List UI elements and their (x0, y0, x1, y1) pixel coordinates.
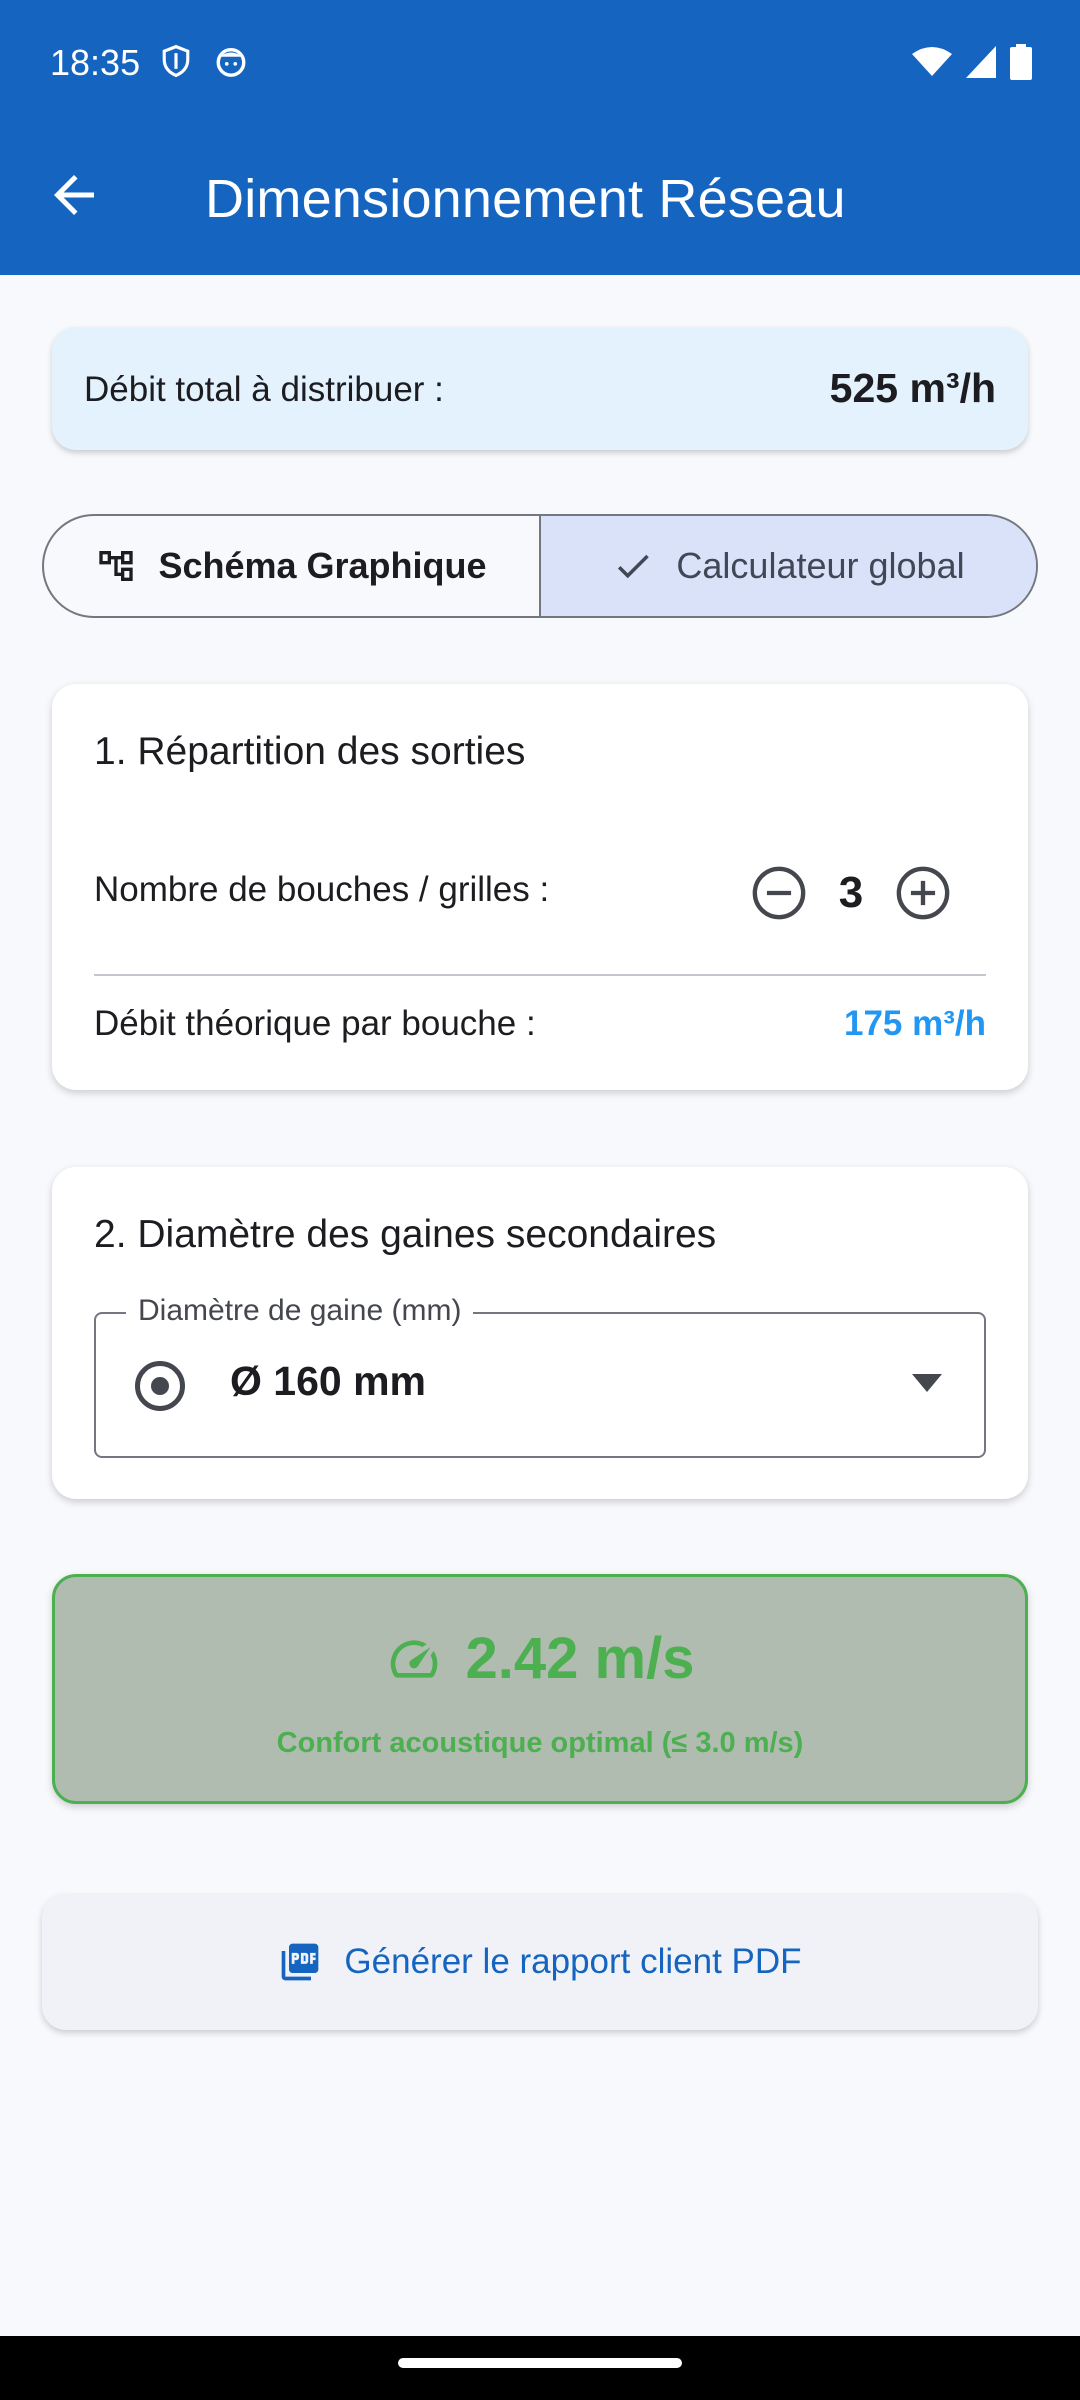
outlet-count-stepper: 3 (750, 864, 952, 922)
generate-pdf-label: Générer le rapport client PDF (344, 1942, 802, 1981)
velocity-row: 2.42 m/s (55, 1625, 1025, 1692)
shield-icon (162, 44, 190, 78)
tab-schema-graphique[interactable]: Schéma Graphique (44, 516, 539, 616)
duct-diameter-card: 2. Diamètre des gaines secondaires Diamè… (52, 1167, 1028, 1499)
tab-calculateur-global[interactable]: Calculateur global (539, 516, 1036, 616)
speedometer-icon (390, 1639, 437, 1678)
arrow-back-icon (54, 175, 94, 215)
section-title: 2. Diamètre des gaines secondaires (94, 1213, 717, 1256)
status-time: 18:35 (50, 42, 141, 83)
system-nav-bar (0, 2336, 1080, 2400)
divider (94, 974, 986, 976)
pdf-icon (282, 1943, 319, 1981)
outlet-count-value: 3 (838, 868, 864, 917)
outlet-count-label: Nombre de bouches / grilles : (94, 870, 550, 909)
duct-diameter-select[interactable]: Diamètre de gaine (mm) Ø 160 mm (94, 1294, 986, 1458)
signal-icon (966, 46, 996, 78)
total-flow-value: 525 m³/h (829, 365, 996, 411)
outlet-distribution-card: 1. Répartition des sorties Nombre de bou… (52, 684, 1028, 1090)
status-left-icons (160, 44, 248, 78)
air-velocity-result: 2.42 m/s Confort acoustique optimal (≤ 3… (52, 1574, 1028, 1804)
duct-diameter-field-label: Diamètre de gaine (mm) (126, 1294, 474, 1328)
decrement-button[interactable] (750, 864, 808, 922)
wifi-icon (912, 47, 952, 76)
dropdown-arrow-icon (912, 1374, 942, 1392)
increment-button[interactable] (894, 864, 952, 922)
duct-diameter-value: Ø 160 mm (230, 1358, 426, 1404)
page-title: Dimensionnement Réseau (205, 169, 846, 229)
view-mode-toggle: Schéma Graphique Calculateur global (42, 514, 1038, 618)
home-gesture-handle[interactable] (398, 2358, 682, 2368)
app-header: 18:35 Dimensionnement Réseau (0, 0, 1080, 275)
generate-pdf-button[interactable]: Générer le rapport client PDF (42, 1894, 1038, 2030)
per-outlet-flow-label: Débit théorique par bouche : (94, 1004, 536, 1043)
status-right-icons (912, 44, 1032, 80)
section-title: 1. Répartition des sorties (94, 730, 526, 773)
face-icon (216, 47, 246, 77)
check-icon (618, 554, 650, 579)
velocity-status: Confort acoustique optimal (≤ 3.0 m/s) (276, 1727, 804, 1759)
radio-button-icon (135, 1361, 185, 1411)
back-button[interactable] (44, 165, 104, 225)
per-outlet-flow-value: 175 m³/h (844, 1004, 986, 1043)
tab-label: Schéma Graphique (158, 545, 487, 586)
total-flow-card: Débit total à distribuer : 525 m³/h (52, 327, 1028, 450)
tab-label: Calculateur global (676, 545, 965, 586)
velocity-value: 2.42 m/s (465, 1626, 695, 1691)
total-flow-label: Débit total à distribuer : (84, 370, 444, 409)
schema-icon (99, 551, 134, 581)
battery-icon (1010, 44, 1032, 80)
